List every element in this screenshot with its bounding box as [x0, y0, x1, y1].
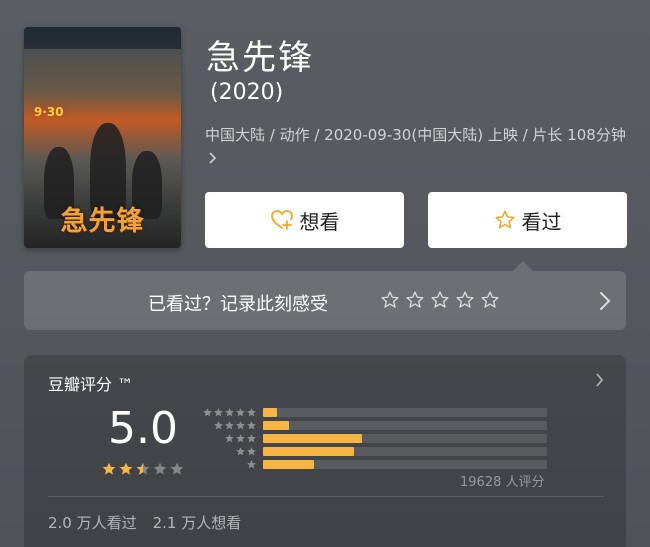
movie-meta-text: 中国大陆 / 动作 / 2020-09-30(中国大陆) 上映 / 片长 108…	[205, 126, 626, 144]
star-small-icon	[225, 421, 234, 430]
chevron-right-icon	[209, 151, 217, 164]
distribution-row-5-star	[201, 406, 547, 419]
star-empty-icon	[170, 462, 184, 475]
record-feeling-bar[interactable]: 已看过？记录此刻感受	[24, 261, 626, 330]
star-outline-icon[interactable]	[455, 290, 475, 310]
star-small-icon	[247, 434, 256, 443]
rating-header: 豆瓣评分 ™	[48, 375, 134, 394]
star-small-icon	[247, 421, 256, 430]
distribution-bar-track	[263, 421, 547, 430]
star-small-icon	[247, 408, 256, 417]
watched-button[interactable]: 看过	[428, 192, 627, 248]
star-filled-icon	[102, 462, 116, 475]
rating-count: 19628 人评分	[460, 475, 545, 490]
divider	[48, 496, 604, 497]
rating-score: 5.0	[108, 403, 178, 454]
distribution-bar-track	[263, 434, 547, 443]
distribution-bar-fill	[263, 421, 289, 430]
star-outline-icon[interactable]	[430, 290, 450, 310]
star-outline-icon	[495, 210, 514, 229]
distribution-row-4-star	[201, 419, 547, 432]
star-small-icon	[214, 421, 223, 430]
star-outline-icon[interactable]	[380, 290, 400, 310]
poster-title: 急先锋	[60, 206, 145, 237]
movie-year: (2020)	[210, 80, 284, 105]
distribution-row-stars	[201, 459, 257, 470]
movie-meta[interactable]: 中国大陆 / 动作 / 2020-09-30(中国大陆) 上映 / 片长 108…	[205, 124, 630, 168]
rating-card[interactable]: 豆瓣评分 ™ 5.0 19628 人评分 2.0 万人看过 2.1 万人想看	[24, 355, 626, 547]
want-to-watch-button[interactable]: 想看	[205, 192, 404, 248]
watched-count: 2.0 万人看过	[48, 514, 137, 532]
movie-poster[interactable]: 9·30 急先锋	[24, 27, 181, 248]
star-filled-icon	[119, 462, 133, 475]
poster-cast-strip	[24, 27, 181, 49]
star-outline-icon[interactable]	[405, 290, 425, 310]
distribution-bar-fill	[263, 408, 278, 417]
star-small-icon	[236, 447, 245, 456]
poster-date: 9·30	[34, 105, 64, 119]
distribution-row-stars	[201, 420, 257, 431]
rating-distribution	[201, 406, 547, 471]
star-small-icon	[236, 434, 245, 443]
heart-plus-icon	[270, 210, 293, 230]
star-half-icon	[136, 462, 150, 475]
star-small-icon	[225, 408, 234, 417]
star-small-icon	[225, 434, 234, 443]
distribution-row-2-star	[201, 445, 547, 458]
distribution-bar-fill	[263, 434, 363, 443]
distribution-bar-fill	[263, 460, 315, 469]
chevron-right-icon[interactable]	[595, 373, 604, 387]
want-to-watch-label: 想看	[299, 209, 340, 234]
star-small-icon	[236, 408, 245, 417]
distribution-row-3-star	[201, 432, 547, 445]
star-small-icon	[214, 408, 223, 417]
star-small-icon	[203, 408, 212, 417]
star-small-icon	[247, 447, 256, 456]
watched-label: 看过	[521, 209, 562, 234]
star-small-icon	[236, 421, 245, 430]
movie-title: 急先锋	[206, 38, 314, 78]
rating-stars	[101, 461, 185, 477]
star-small-icon	[247, 460, 256, 469]
distribution-row-1-star	[201, 458, 547, 471]
record-prompt: 已看过？记录此刻感受	[148, 294, 328, 315]
star-empty-icon	[153, 462, 167, 475]
chevron-right-icon[interactable]	[598, 291, 612, 311]
record-star-rating[interactable]	[380, 290, 500, 310]
distribution-row-stars	[201, 446, 257, 457]
distribution-bar-fill	[263, 447, 354, 456]
watch-stats: 2.0 万人看过 2.1 万人想看	[48, 512, 241, 533]
distribution-bar-track	[263, 460, 547, 469]
record-bar-caret	[513, 261, 533, 271]
star-outline-icon[interactable]	[480, 290, 500, 310]
distribution-bar-track	[263, 447, 547, 456]
wanted-count: 2.1 万人想看	[152, 514, 242, 532]
distribution-row-stars	[201, 433, 257, 444]
distribution-row-stars	[201, 407, 257, 418]
distribution-bar-track	[263, 408, 547, 417]
